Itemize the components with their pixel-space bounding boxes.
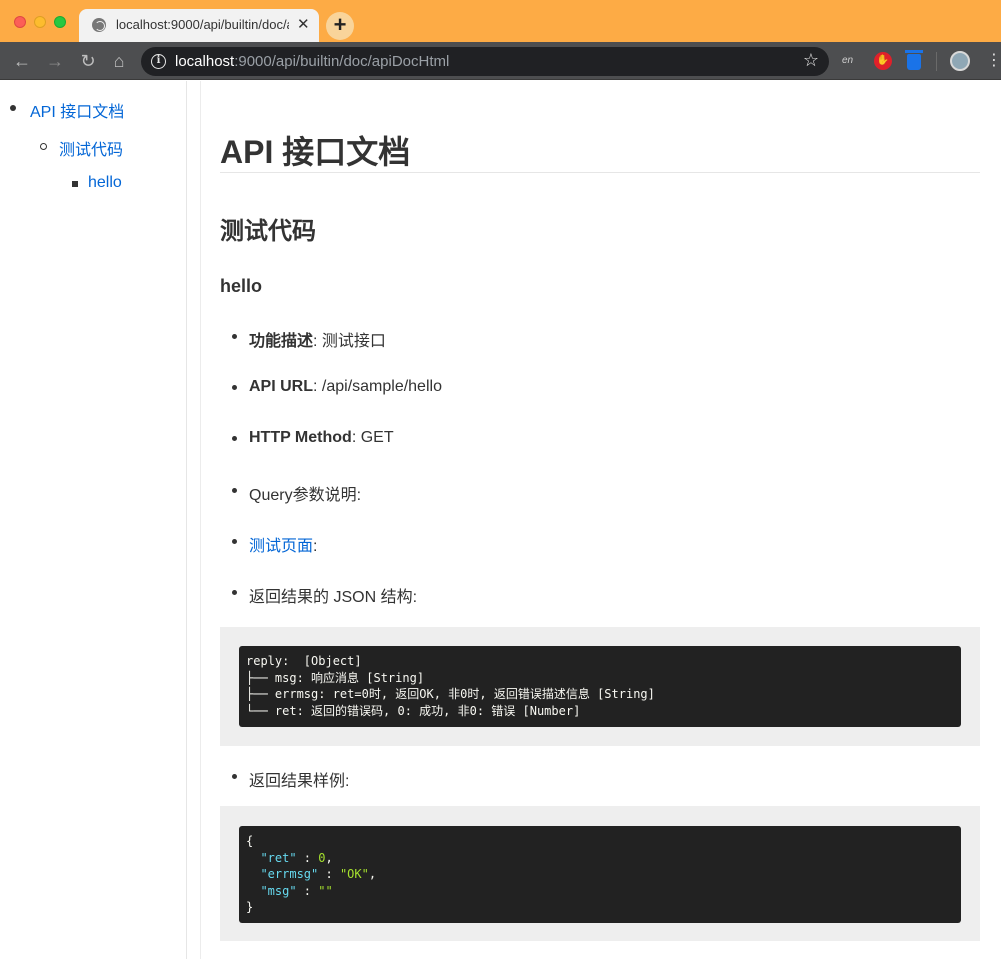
new-tab-button[interactable]: + bbox=[326, 12, 354, 40]
profile-avatar[interactable] bbox=[950, 51, 970, 71]
toc-bullet bbox=[72, 181, 78, 187]
list-bullet bbox=[232, 334, 237, 339]
list-bullet bbox=[232, 590, 237, 595]
list-item-json-structure: 返回结果的 JSON 结构: bbox=[249, 589, 418, 606]
list-item-description: 功能描述: 测试接口 bbox=[249, 333, 386, 350]
code-line: └── ret: 返回的错误码, 0: 成功, 非0: 错误 [Number] bbox=[246, 703, 581, 718]
code-line: "ret" : 0, bbox=[260, 850, 333, 865]
toolbar-divider bbox=[936, 52, 937, 71]
trash-extension-icon[interactable] bbox=[905, 50, 923, 70]
toc-bullet bbox=[40, 143, 47, 150]
toc-link-api-doc[interactable]: API 接口文档 bbox=[30, 98, 124, 122]
json-sample-code: { "ret" : 0, "errmsg" : "OK", "msg" : ""… bbox=[239, 826, 961, 923]
translate-extension-icon[interactable]: en bbox=[842, 52, 860, 70]
list-item-query: Query参数说明: bbox=[249, 487, 362, 504]
toc-link-test-code[interactable]: 测试代码 bbox=[59, 136, 123, 160]
json-structure-code: reply: [Object] ├── msg: 响应消息 [String] ├──… bbox=[239, 646, 961, 727]
back-icon[interactable]: ← bbox=[11, 50, 33, 72]
minimize-window-button[interactable] bbox=[34, 16, 46, 28]
list-bullet bbox=[232, 385, 237, 390]
list-bullet bbox=[232, 774, 237, 779]
adblock-extension-icon[interactable]: ✋ bbox=[874, 52, 892, 70]
code-line: ├── msg: 响应消息 [String] bbox=[246, 670, 425, 685]
tab-bar: localhost:9000/api/builtin/doc/apiDocHtm… bbox=[0, 0, 1001, 42]
menu-icon[interactable]: ⋮ bbox=[986, 50, 1001, 72]
forward-icon[interactable]: → bbox=[44, 50, 66, 72]
list-item-sample: 返回结果样例: bbox=[249, 773, 350, 790]
content-divider bbox=[200, 81, 201, 959]
code-line: "errmsg" : "OK", bbox=[260, 867, 377, 881]
list-item-test-page: 测试页面: bbox=[249, 538, 318, 555]
code-block-structure: reply: [Object] ├── msg: 响应消息 [String] ├──… bbox=[220, 627, 980, 746]
list-item-method: HTTP Method: GET bbox=[249, 429, 394, 446]
list-bullet bbox=[232, 436, 237, 441]
code-line: reply: [Object] bbox=[246, 654, 362, 668]
api-heading: hello bbox=[220, 276, 263, 296]
code-block-sample: { "ret" : 0, "errmsg" : "OK", "msg" : ""… bbox=[220, 806, 980, 941]
title-rule bbox=[220, 172, 980, 173]
url-text[interactable]: localhost:9000/api/builtin/doc/apiDocHtm… bbox=[175, 53, 449, 70]
reload-icon[interactable]: ↻ bbox=[77, 50, 99, 72]
home-icon[interactable]: ⌂ bbox=[108, 50, 130, 72]
list-bullet bbox=[232, 488, 237, 493]
tab-title: localhost:9000/api/builtin/doc/apiDocHtm… bbox=[116, 17, 289, 32]
section-heading: 测试代码 bbox=[220, 218, 316, 245]
code-line: "msg" : "" bbox=[260, 883, 333, 898]
code-line: ├── errmsg: ret=0时, 返回OK, 非0时, 返回错误描述信息 … bbox=[246, 687, 655, 701]
test-page-link[interactable]: 测试页面 bbox=[249, 538, 313, 555]
page-title: API 接口文档 bbox=[220, 134, 411, 170]
star-icon[interactable]: ☆ bbox=[803, 50, 819, 71]
toc-bullet bbox=[10, 105, 16, 111]
list-bullet bbox=[232, 539, 237, 544]
close-tab-icon[interactable]: ✕ bbox=[297, 15, 310, 33]
list-item-url: API URL: /api/sample/hello bbox=[249, 378, 442, 395]
close-window-button[interactable] bbox=[14, 16, 26, 28]
address-bar[interactable]: i localhost:9000/api/builtin/doc/apiDocH… bbox=[141, 47, 829, 76]
browser-toolbar: ← → ↻ ⌂ i localhost:9000/api/builtin/doc… bbox=[0, 42, 1001, 80]
code-line: } bbox=[246, 900, 254, 914]
maximize-window-button[interactable] bbox=[54, 16, 66, 28]
browser-tab[interactable]: localhost:9000/api/builtin/doc/apiDocHtm… bbox=[79, 9, 319, 42]
code-line: { bbox=[246, 834, 254, 848]
toc-link-hello[interactable]: hello bbox=[88, 174, 122, 192]
globe-icon bbox=[92, 18, 106, 32]
info-icon[interactable]: i bbox=[151, 54, 166, 69]
toc-sidebar: API 接口文档 测试代码 hello bbox=[0, 81, 187, 959]
